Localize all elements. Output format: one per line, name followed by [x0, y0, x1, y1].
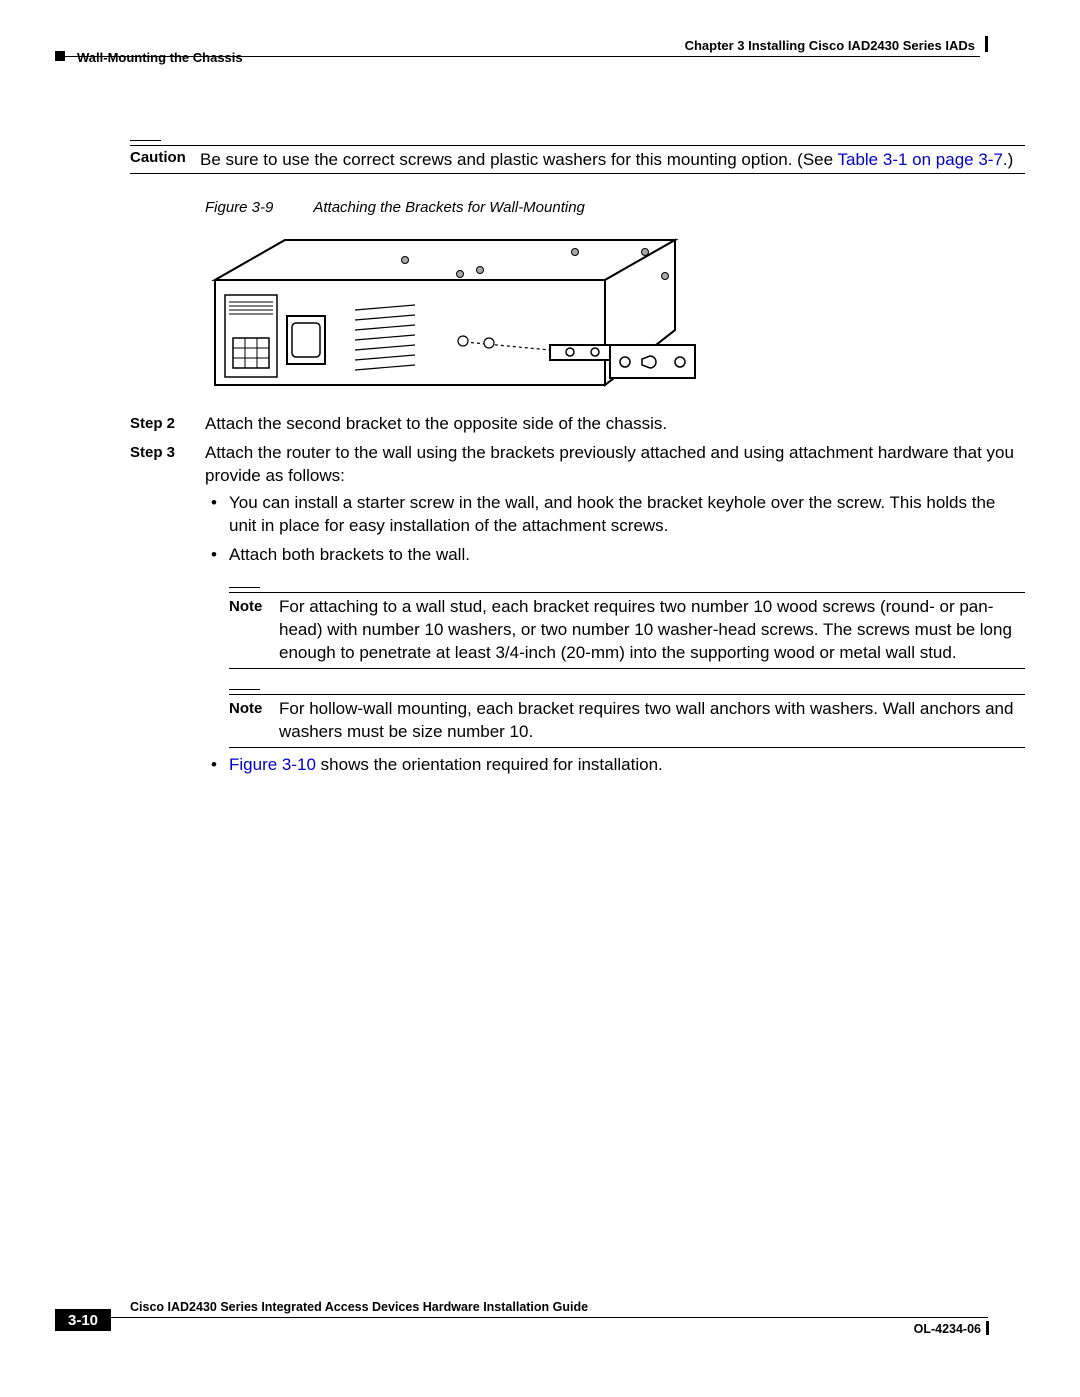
footer-title: Cisco IAD2430 Series Integrated Access D…: [130, 1300, 588, 1314]
note-label: Note: [229, 596, 279, 617]
step-3: Step 3 Attach the router to the wall usi…: [130, 442, 1025, 782]
bullet-item: Attach both brackets to the wall. Note F…: [229, 544, 1025, 748]
step-label: Step 2: [130, 413, 205, 434]
header-section: Wall-Mounting the Chassis: [77, 50, 243, 65]
footer-rule: [111, 1317, 988, 1318]
header-divider-icon: [985, 36, 988, 52]
bullet-item: Figure 3-10 shows the orientation requir…: [229, 754, 1025, 777]
header-chapter: Chapter 3 Installing Cisco IAD2430 Serie…: [685, 38, 975, 53]
footer-divider-icon: [986, 1321, 989, 1335]
page-header: Chapter 3 Installing Cisco IAD2430 Serie…: [55, 38, 980, 62]
figure-image: [205, 230, 700, 395]
note-text: For attaching to a wall stud, each brack…: [279, 596, 1025, 665]
page-number-badge: 3-10: [55, 1309, 111, 1331]
caution-label: Caution: [130, 149, 200, 166]
caution-block: Caution Be sure to use the correct screw…: [130, 140, 1025, 174]
page-footer: Cisco IAD2430 Series Integrated Access D…: [55, 1295, 980, 1345]
step-label: Step 3: [130, 442, 205, 463]
figure-caption: Figure 3-9 Attaching the Brackets for Wal…: [205, 199, 1025, 216]
note-block-1: Note For attaching to a wall stud, each …: [229, 587, 1025, 669]
step-bullets: You can install a starter screw in the w…: [205, 492, 1025, 776]
step-body: Attach the second bracket to the opposit…: [205, 413, 1025, 436]
page-content: Caution Be sure to use the correct screw…: [130, 140, 1025, 789]
bullet-item: You can install a starter screw in the w…: [229, 492, 1025, 538]
footer-doc-id: OL-4234-06: [914, 1322, 981, 1336]
figure-title: Attaching the Brackets for Wall-Mounting: [313, 199, 585, 216]
step-body: Attach the router to the wall using the …: [205, 442, 1025, 782]
note-label: Note: [229, 698, 279, 719]
step-2: Step 2 Attach the second bracket to the …: [130, 413, 1025, 436]
note-text: For hollow-wall mounting, each bracket r…: [279, 698, 1025, 744]
header-marker-icon: [55, 51, 65, 61]
figure-link[interactable]: Figure 3-10: [229, 755, 316, 774]
caution-link[interactable]: Table 3-1 on page 3-7: [838, 150, 1003, 169]
figure-label: Figure 3-9: [205, 199, 273, 216]
note-block-2: Note For hollow-wall mounting, each brac…: [229, 689, 1025, 748]
caution-text: Be sure to use the correct screws and pl…: [200, 149, 1025, 170]
